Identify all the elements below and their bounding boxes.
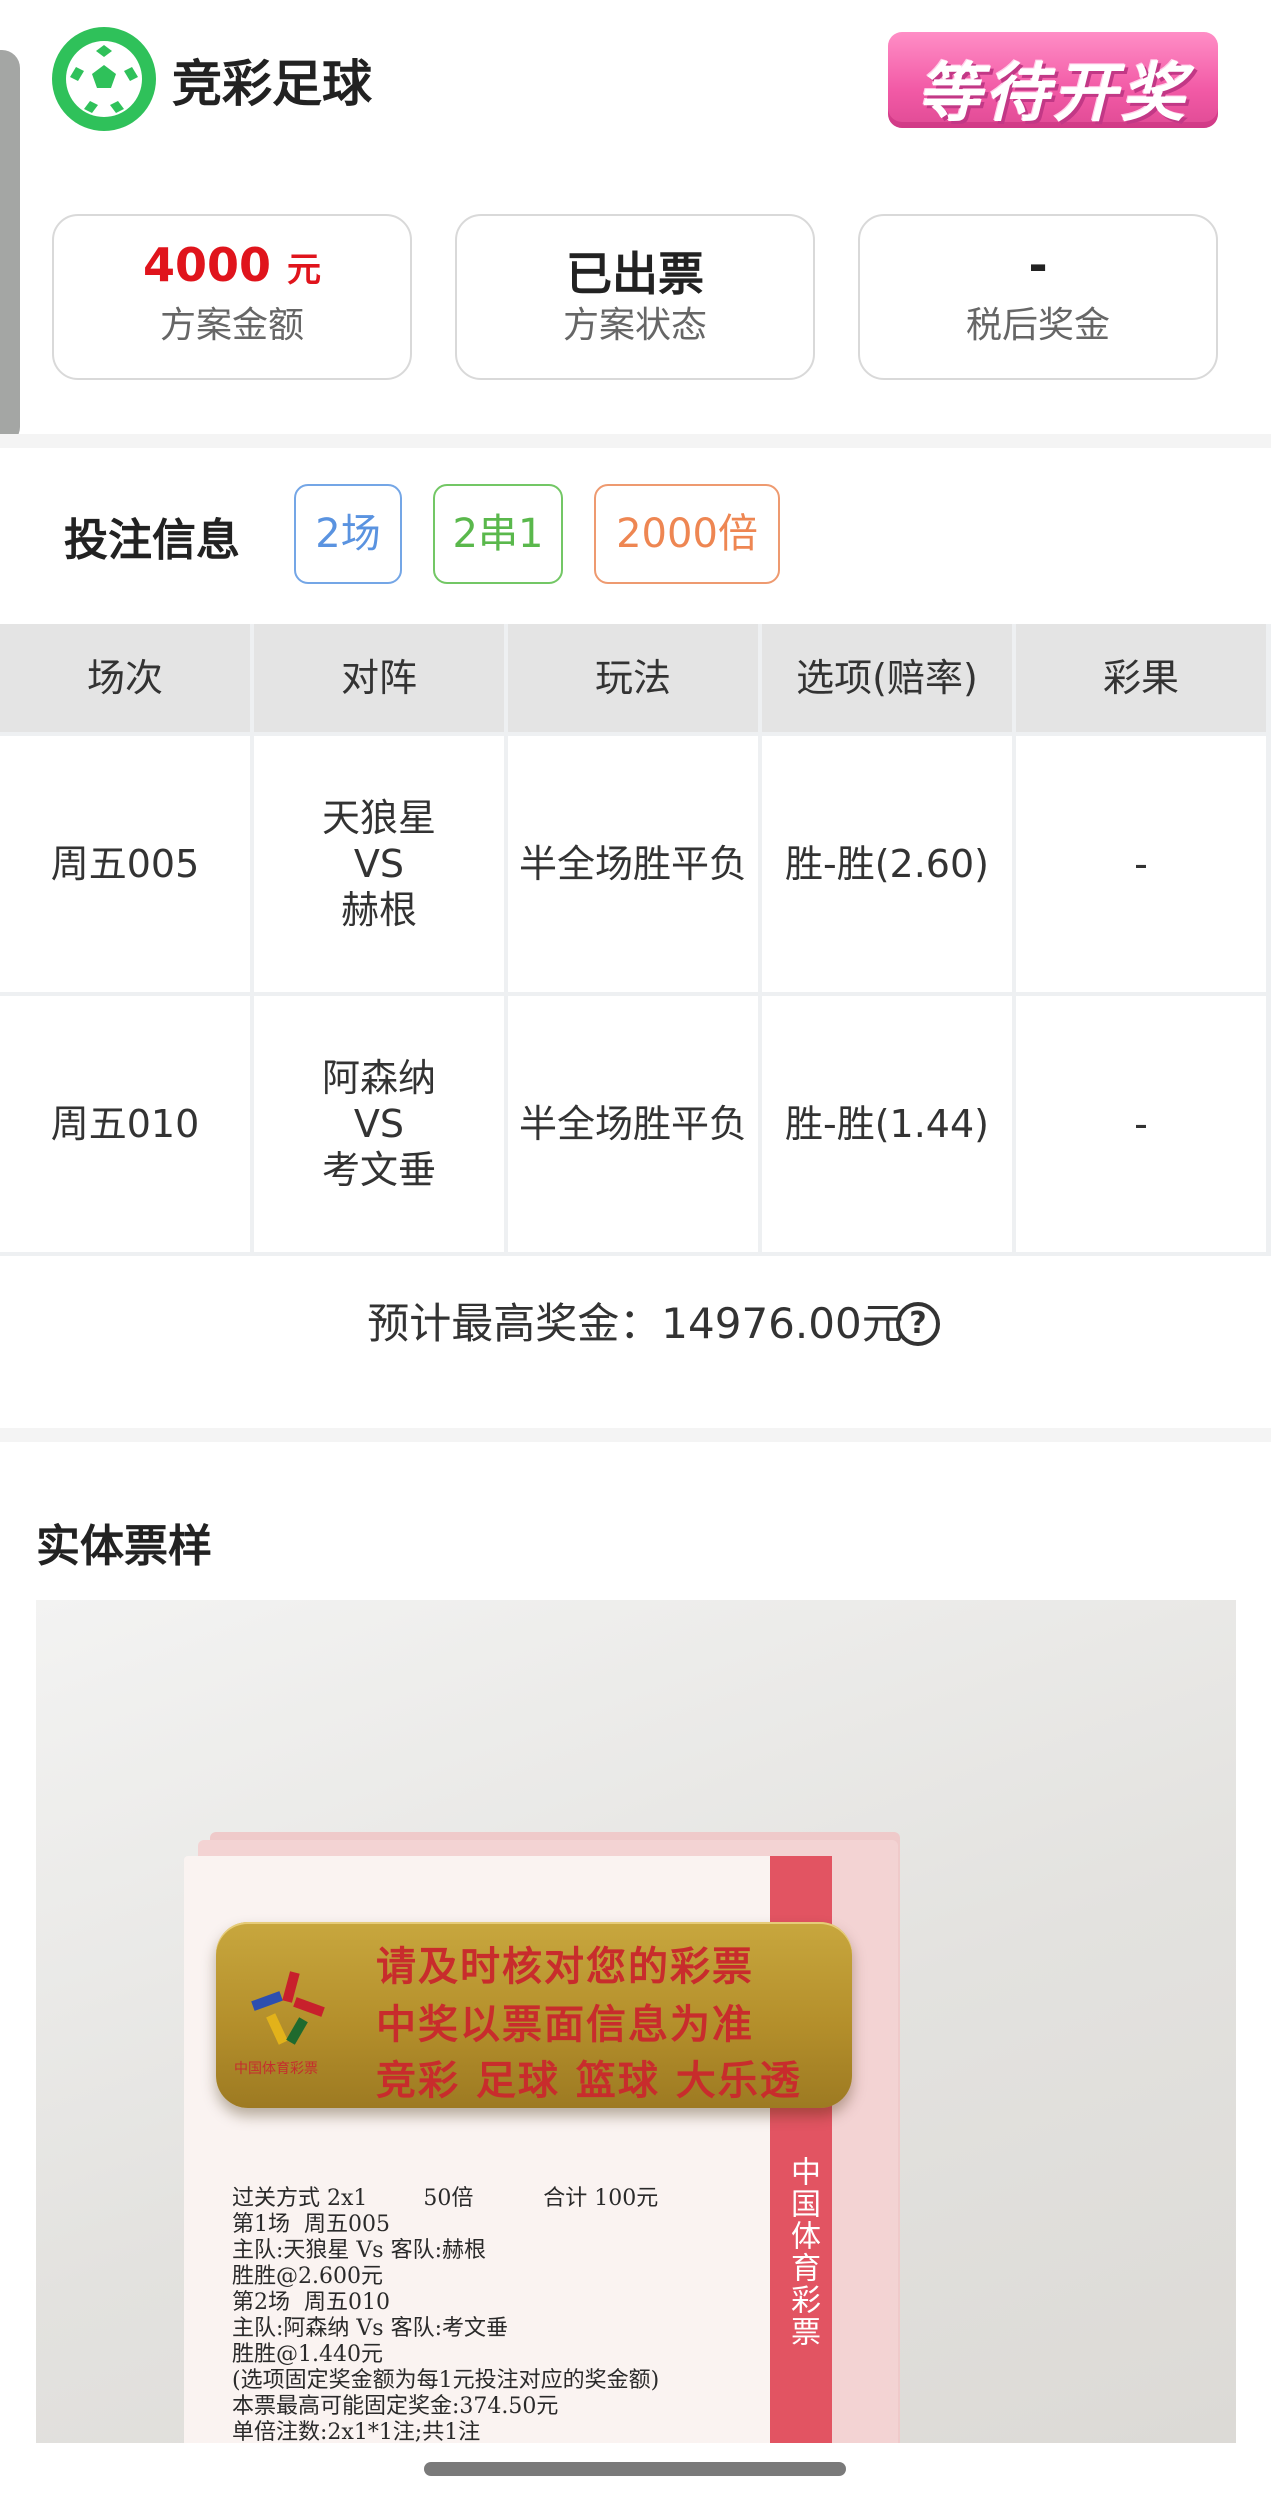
amount-number: 4000 (142, 238, 271, 292)
option-odds: 胜-胜(1.44) (762, 996, 1012, 1252)
ticket-line: 第1场 周五005 (232, 2212, 390, 2237)
ticket-line: 胜胜@2.600元 (232, 2264, 383, 2289)
ticket-line: 主队:阿森纳 Vs 客队:考文垂 (232, 2316, 508, 2341)
plate-line: 中奖以票面信息为准 (376, 2002, 754, 2048)
bet-info-title: 投注信息 (64, 515, 240, 566)
after-tax-prize-card: - 税后奖金 (858, 214, 1218, 380)
bet-table: 场次 对阵 玩法 选项(赔率) 彩果 周五005 天狼星 VS 赫根 半全场胜平… (0, 624, 1271, 1256)
plate-line: 请及时核对您的彩票 (376, 1944, 754, 1990)
home-team: 天狼星 (321, 796, 436, 840)
draw-status-badge: 等待开奖 (888, 32, 1218, 131)
amount-label: 方案金额 (159, 305, 304, 346)
brass-plate: 中国体育彩票 请及时核对您的彩票 中奖以票面信息为准 竞彩 足球 篮球 大乐透 (216, 1922, 852, 2108)
amount-value: 4000 元 (54, 238, 410, 292)
section-divider (0, 434, 1271, 448)
play-type: 半全场胜平负 (508, 996, 758, 1252)
header-option: 选项(赔率) (762, 624, 1012, 732)
option-odds: 胜-胜(2.60) (762, 736, 1012, 992)
ticket-line: 本票最高可能固定奖金:374.50元 (232, 2394, 559, 2419)
match-result: - (1016, 736, 1266, 992)
match-id: 周五010 (0, 996, 250, 1252)
after-tax-prize-label: 税后奖金 (965, 305, 1110, 346)
plan-status-value: 已出票 (566, 247, 704, 301)
plan-status-label: 方案状态 (562, 305, 707, 346)
amount-card: 4000 元 方案金额 (52, 214, 412, 380)
ticket-text: 过关方式 2x1 50倍 合计 100元 第1场 周五005 主队:天狼星 Vs… (232, 2186, 659, 2443)
plate-org-text: 中国体育彩票 (234, 2061, 318, 2077)
stripe-text: 中国体育彩票 (785, 2156, 820, 2348)
question-circle-icon[interactable]: ? (896, 1302, 940, 1346)
ticket-line: 胜胜@1.440元 (232, 2342, 383, 2367)
match-result: - (1016, 996, 1266, 1252)
ticket-sample-title: 实体票样 (36, 1521, 212, 1572)
vs-label: VS (353, 1102, 405, 1146)
soccer-ball-logo-icon (52, 27, 156, 131)
home-team: 阿森纳 (321, 1056, 436, 1100)
header-result: 彩果 (1016, 624, 1266, 732)
match-count-tag: 2场 (294, 484, 402, 584)
ticket-line: 单倍注数:2x1*1注;共1注 (232, 2420, 481, 2443)
page: 竞彩足球 等待开奖 4000 元 方案金额 已出票 方案状态 - 税后奖金 投注… (0, 0, 1271, 2500)
estimated-max-prize: 预计最高奖金：14976.00元 (367, 1299, 904, 1348)
table-row: 周五005 天狼星 VS 赫根 半全场胜平负 胜-胜(2.60) - (0, 736, 1271, 992)
vs-label: VS (353, 842, 405, 886)
teams: 天狼星 VS 赫根 (254, 736, 504, 992)
ticket-line: 过关方式 2x1 50倍 合计 100元 (232, 2186, 659, 2211)
header-teams: 对阵 (254, 624, 504, 732)
ticket-sample-photo[interactable]: 中国体育彩票 过关方式 2x1 50倍 合计 100元 第1场 周五005 主队… (36, 1600, 1236, 2443)
page-title: 竞彩足球 (172, 55, 372, 113)
table-row: 周五010 阿森纳 VS 考文垂 半全场胜平负 胜-胜(1.44) - (0, 996, 1271, 1252)
section-divider (0, 1428, 1271, 1442)
home-indicator[interactable] (424, 2462, 846, 2476)
after-tax-prize-value: - (1028, 238, 1048, 292)
header: 竞彩足球 等待开奖 (0, 0, 1271, 160)
amount-unit: 元 (287, 250, 322, 290)
teams: 阿森纳 VS 考文垂 (254, 996, 504, 1252)
away-team: 赫根 (340, 888, 417, 932)
parlay-type-tag: 2串1 (433, 484, 563, 584)
lottery-emblem-icon (251, 1971, 325, 2045)
header-play: 玩法 (508, 624, 758, 732)
plan-status-card: 已出票 方案状态 (455, 214, 815, 380)
multiplier-tag: 2000倍 (594, 484, 780, 584)
play-type: 半全场胜平负 (508, 736, 758, 992)
away-team: 考文垂 (321, 1148, 436, 1192)
table-header-row: 场次 对阵 玩法 选项(赔率) 彩果 (0, 624, 1271, 732)
match-id: 周五005 (0, 736, 250, 992)
header-match: 场次 (0, 624, 250, 732)
draw-status-text: 等待开奖 (917, 57, 1189, 131)
ticket-line: 主队:天狼星 Vs 客队:赫根 (232, 2238, 486, 2263)
ticket-line: 第2场 周五010 (232, 2290, 390, 2315)
ticket-line: (选项固定奖金额为每1元投注对应的奖金额) (232, 2368, 660, 2393)
plate-line: 竞彩 足球 篮球 大乐透 (376, 2058, 802, 2104)
